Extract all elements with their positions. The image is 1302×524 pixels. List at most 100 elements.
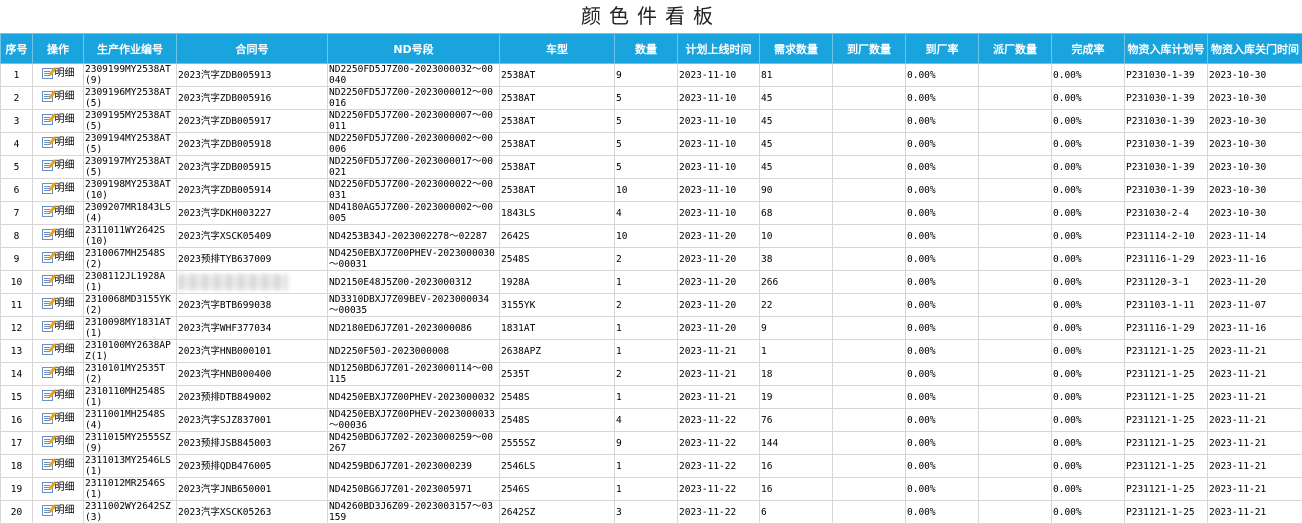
edit-note-icon[interactable] — [42, 459, 53, 470]
cell-contract-no: 2023汽字ZDB005917 — [177, 110, 328, 133]
cell-planned-online-time: 2023-11-10 — [678, 156, 760, 179]
detail-link[interactable]: 明细 — [42, 321, 75, 332]
detail-link[interactable]: 明细 — [42, 183, 75, 194]
edit-note-icon[interactable] — [42, 344, 53, 355]
cell-completion-rate: 0.00% — [1052, 317, 1125, 340]
cell-warehouse-close-time: 2023-11-14 — [1208, 225, 1302, 248]
edit-note-icon[interactable] — [42, 160, 53, 171]
detail-label[interactable]: 明细 — [55, 413, 75, 424]
edit-note-icon[interactable] — [42, 91, 53, 102]
edit-note-icon[interactable] — [42, 436, 53, 447]
edit-note-icon[interactable] — [42, 298, 53, 309]
cell-row-action[interactable]: 明细 — [33, 455, 84, 478]
cell-row-action[interactable]: 明细 — [33, 363, 84, 386]
cell-row-action[interactable]: 明细 — [33, 179, 84, 202]
cell-warehouse-close-time: 2023-11-21 — [1208, 455, 1302, 478]
detail-label[interactable]: 明细 — [55, 160, 75, 171]
detail-label[interactable]: 明细 — [55, 229, 75, 240]
edit-note-icon[interactable] — [42, 68, 53, 79]
detail-link[interactable]: 明细 — [42, 114, 75, 125]
detail-label[interactable]: 明细 — [55, 206, 75, 217]
cell-completion-rate: 0.00% — [1052, 87, 1125, 110]
cell-row-action[interactable]: 明细 — [33, 202, 84, 225]
edit-note-icon[interactable] — [42, 229, 53, 240]
cell-row-action[interactable]: 明细 — [33, 271, 84, 294]
detail-link[interactable]: 明细 — [42, 436, 75, 447]
detail-link[interactable]: 明细 — [42, 367, 75, 378]
detail-label[interactable]: 明细 — [55, 183, 75, 194]
detail-link[interactable]: 明细 — [42, 275, 75, 286]
detail-label[interactable]: 明细 — [55, 505, 75, 516]
cell-warehouse-close-time: 2023-10-30 — [1208, 110, 1302, 133]
detail-label[interactable]: 明细 — [55, 459, 75, 470]
header-col-nd-range: ND号段 — [328, 34, 500, 64]
edit-note-icon[interactable] — [42, 321, 53, 332]
detail-link[interactable]: 明细 — [42, 229, 75, 240]
cell-nd-range: ND4250EBXJ7Z00PHEV-2023000033～00036 — [328, 409, 500, 432]
edit-note-icon[interactable] — [42, 252, 53, 263]
detail-link[interactable]: 明细 — [42, 137, 75, 148]
cell-row-action[interactable]: 明细 — [33, 432, 84, 455]
detail-label[interactable]: 明细 — [55, 298, 75, 309]
edit-note-icon[interactable] — [42, 505, 53, 516]
detail-label[interactable]: 明细 — [55, 137, 75, 148]
cell-row-index: 13 — [1, 340, 33, 363]
detail-link[interactable]: 明细 — [42, 482, 75, 493]
cell-contract-no: 2023预排QDB476005 — [177, 455, 328, 478]
cell-row-action[interactable]: 明细 — [33, 156, 84, 179]
cell-row-action[interactable]: 明细 — [33, 340, 84, 363]
cell-row-action[interactable]: 明细 — [33, 386, 84, 409]
edit-note-icon[interactable] — [42, 390, 53, 401]
cell-row-action[interactable]: 明细 — [33, 478, 84, 501]
detail-label[interactable]: 明细 — [55, 482, 75, 493]
detail-label[interactable]: 明细 — [55, 436, 75, 447]
cell-warehouse-close-time: 2023-11-21 — [1208, 501, 1302, 524]
cell-row-action[interactable]: 明细 — [33, 317, 84, 340]
detail-link[interactable]: 明细 — [42, 91, 75, 102]
edit-note-icon[interactable] — [42, 114, 53, 125]
detail-link[interactable]: 明细 — [42, 298, 75, 309]
detail-link[interactable]: 明细 — [42, 505, 75, 516]
edit-note-icon[interactable] — [42, 413, 53, 424]
detail-link[interactable]: 明细 — [42, 344, 75, 355]
detail-label[interactable]: 明细 — [55, 68, 75, 79]
edit-note-icon[interactable] — [42, 137, 53, 148]
cell-nd-range: ND2250FD5J7Z00-2023000022～00031 — [328, 179, 500, 202]
cell-arrival-rate: 0.00% — [906, 156, 979, 179]
edit-note-icon[interactable] — [42, 206, 53, 217]
detail-label[interactable]: 明细 — [55, 91, 75, 102]
detail-label[interactable]: 明细 — [55, 344, 75, 355]
detail-link[interactable]: 明细 — [42, 413, 75, 424]
edit-note-icon[interactable] — [42, 482, 53, 493]
cell-row-index: 10 — [1, 271, 33, 294]
cell-warehouse-plan-no: P231120-3-1 — [1125, 271, 1208, 294]
edit-note-icon[interactable] — [42, 367, 53, 378]
cell-row-action[interactable]: 明细 — [33, 501, 84, 524]
cell-row-action[interactable]: 明细 — [33, 64, 84, 87]
cell-warehouse-plan-no: P231121-1-25 — [1125, 432, 1208, 455]
edit-note-icon[interactable] — [42, 275, 53, 286]
header-col-vehicle-model: 车型 — [500, 34, 615, 64]
detail-label[interactable]: 明细 — [55, 114, 75, 125]
cell-row-action[interactable]: 明细 — [33, 248, 84, 271]
cell-row-action[interactable]: 明细 — [33, 87, 84, 110]
detail-label[interactable]: 明细 — [55, 275, 75, 286]
detail-link[interactable]: 明细 — [42, 206, 75, 217]
cell-row-action[interactable]: 明细 — [33, 133, 84, 156]
cell-row-action[interactable]: 明细 — [33, 110, 84, 133]
detail-link[interactable]: 明细 — [42, 68, 75, 79]
detail-link[interactable]: 明细 — [42, 459, 75, 470]
detail-link[interactable]: 明细 — [42, 160, 75, 171]
detail-link[interactable]: 明细 — [42, 390, 75, 401]
detail-label[interactable]: 明细 — [55, 252, 75, 263]
cell-row-action[interactable]: 明细 — [33, 225, 84, 248]
detail-link[interactable]: 明细 — [42, 252, 75, 263]
cell-row-action[interactable]: 明细 — [33, 409, 84, 432]
edit-note-icon[interactable] — [42, 183, 53, 194]
detail-label[interactable]: 明细 — [55, 321, 75, 332]
cell-row-action[interactable]: 明细 — [33, 294, 84, 317]
detail-label[interactable]: 明细 — [55, 367, 75, 378]
cell-arrived-qty — [833, 455, 906, 478]
cell-contract-no: 2023汽字BTB699038 — [177, 294, 328, 317]
detail-label[interactable]: 明细 — [55, 390, 75, 401]
